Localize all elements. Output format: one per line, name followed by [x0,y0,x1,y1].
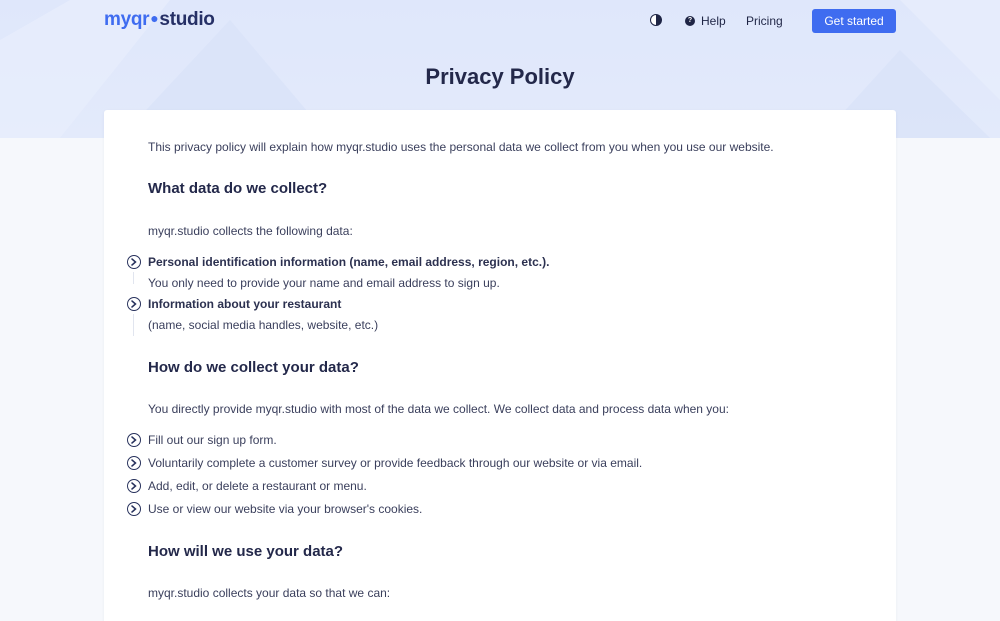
section-heading-use: How will we use your data? [148,543,344,560]
help-link[interactable]: ? Help [685,14,726,28]
brand-logo[interactable]: myqr●studio [104,9,215,31]
list-item-detail: (name, social media handles, website, et… [148,318,379,332]
section-lead: myqr.studio collects the following data: [148,224,353,238]
list-item-text: Add, edit, or delete a restaurant or men… [148,479,367,493]
pricing-link[interactable]: Pricing [746,14,783,28]
policy-card: This privacy policy will explain how myq… [104,110,896,621]
chevron-circle-right-icon [127,479,141,493]
list-item: Voluntarily complete a customer survey o… [127,456,642,470]
list-item-title: Personal identification information (nam… [148,255,550,269]
list-item-detail: You only need to provide your name and e… [148,276,500,290]
intro-text: This privacy policy will explain how myq… [148,140,774,154]
section-heading-collect: What data do we collect? [148,180,328,197]
list-item-title: Information about your restaurant [148,297,342,311]
top-navbar: myqr●studio ? Help Pricing Get started [0,0,1000,42]
contrast-icon[interactable] [650,14,662,26]
question-circle-icon: ? [685,16,695,26]
page-title: Privacy Policy [425,64,575,89]
section-lead: myqr.studio collects your data so that w… [148,586,391,600]
section-heading-how-collect: How do we collect your data? [148,359,359,376]
list-item: Use or view our website via your browser… [127,502,422,516]
chevron-circle-right-icon [127,502,141,516]
list-connector [133,272,134,284]
list-item-text: Fill out our sign up form. [148,433,277,447]
list-item: Fill out our sign up form. [127,433,277,447]
list-item-text: Use or view our website via your browser… [148,502,423,516]
list-item: Personal identification information (nam… [127,255,549,269]
chevron-circle-right-icon [127,297,141,311]
chevron-circle-right-icon [127,433,141,447]
list-connector [133,314,134,336]
get-started-button[interactable]: Get started [812,9,896,33]
list-item: Information about your restaurant [127,297,341,311]
list-item-text: Voluntarily complete a customer survey o… [148,456,643,470]
help-label: Help [701,14,726,28]
section-lead: You directly provide myqr.studio with mo… [148,402,729,416]
chevron-circle-right-icon [127,456,141,470]
chevron-circle-right-icon [127,255,141,269]
list-item: Add, edit, or delete a restaurant or men… [127,479,367,493]
